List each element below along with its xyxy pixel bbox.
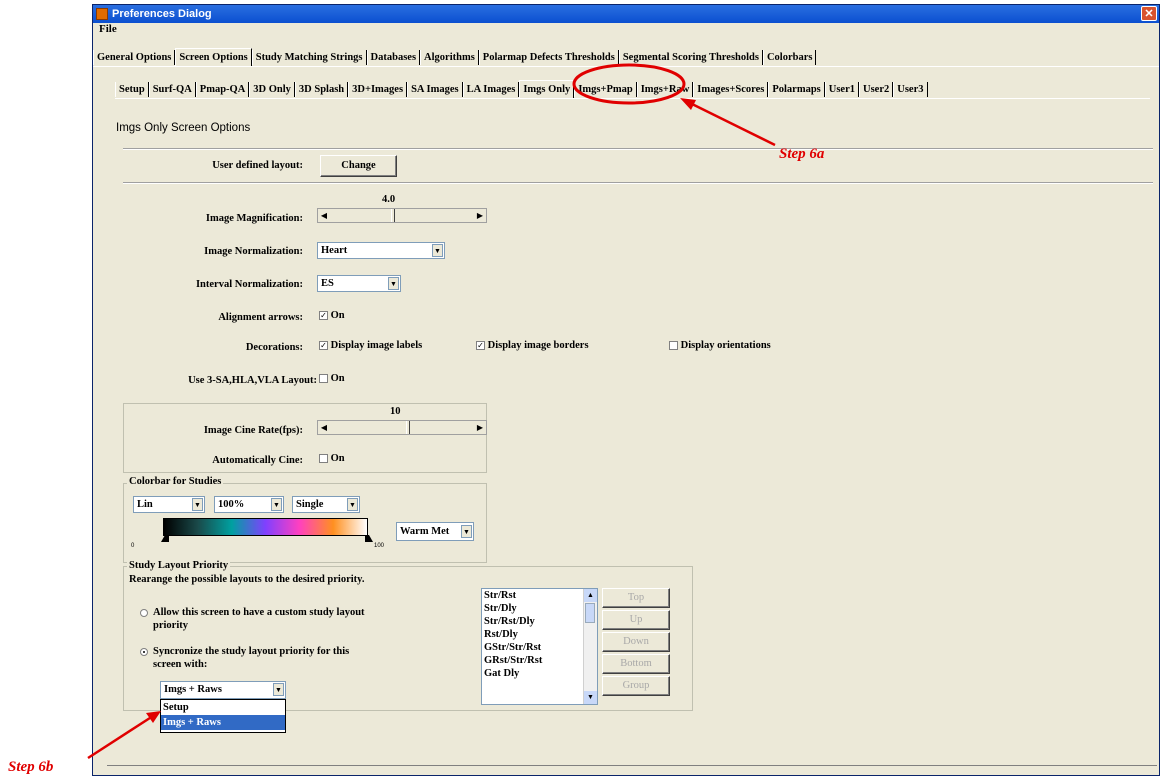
step-6a-annotation: Step 6a [779, 146, 825, 162]
step-6b-annotation: Step 6b [8, 759, 54, 775]
arrow-6b-line [87, 714, 154, 760]
annotation-layer [87, 63, 776, 760]
arrow-6a-head-icon [680, 98, 696, 110]
arrow-6a-line [689, 101, 776, 147]
arrow-6b-head-icon [146, 711, 161, 723]
highlight-circle [572, 63, 686, 105]
